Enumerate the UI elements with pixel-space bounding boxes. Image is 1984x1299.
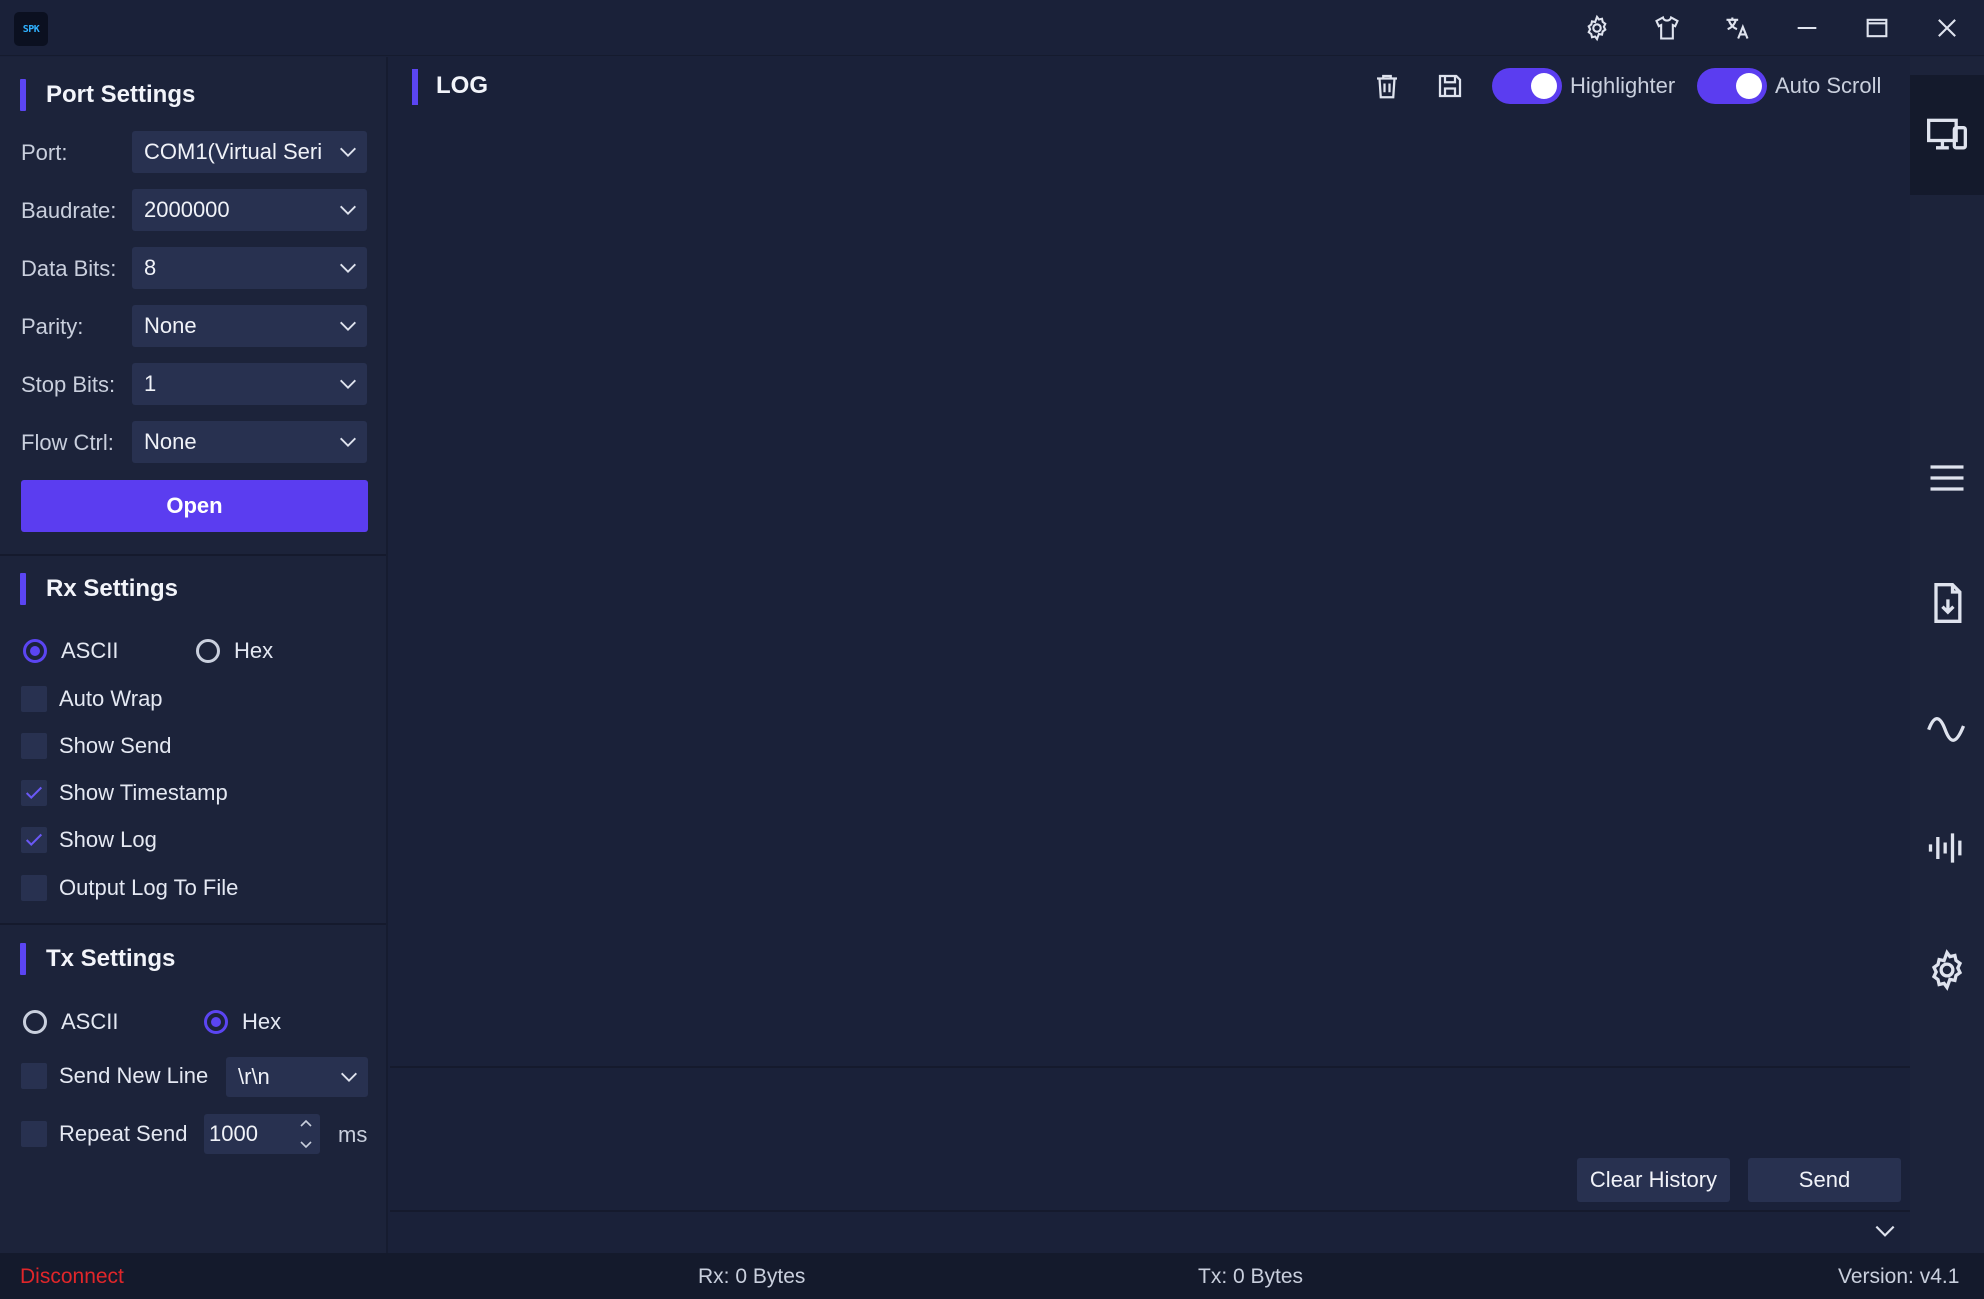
send-new-line-checkbox[interactable]: Send New Line: [21, 1063, 208, 1089]
chevron-down-icon: [337, 315, 359, 337]
port-label: Port:: [21, 140, 68, 165]
stop-bits-select[interactable]: 1: [132, 363, 367, 405]
checkbox-box: [21, 780, 47, 806]
tx-settings-title: Tx Settings: [20, 941, 175, 977]
audio-bars-icon: [1928, 833, 1962, 863]
chevron-down-icon: [337, 373, 359, 395]
title-bar: SPK: [0, 0, 1984, 56]
spin-down-icon[interactable]: [298, 1138, 314, 1152]
checkbox-box: [21, 1121, 47, 1147]
radio-unselected-icon: [23, 1010, 47, 1034]
interval-unit-label: ms: [338, 1122, 368, 1147]
rx-settings-title: Rx Settings: [20, 571, 178, 607]
flow-ctrl-label: Flow Ctrl:: [21, 430, 114, 455]
waveform-tab[interactable]: [1910, 666, 1984, 786]
flow-ctrl-select[interactable]: None: [132, 421, 367, 463]
data-bits-label: Data Bits:: [21, 256, 117, 281]
show-log-checkbox[interactable]: Show Log: [21, 827, 157, 853]
sine-wave-icon: [1927, 717, 1966, 742]
clear-history-button[interactable]: Clear History: [1577, 1158, 1730, 1202]
audio-tab[interactable]: [1910, 788, 1984, 908]
spin-up-icon[interactable]: [298, 1116, 314, 1130]
status-bar: Disconnect Rx: 0 Bytes Tx: 0 Bytes Versi…: [0, 1253, 1984, 1299]
chevron-down-icon: [337, 199, 359, 221]
rx-byte-count: Rx: 0 Bytes: [698, 1265, 806, 1288]
settings-icon: [1931, 949, 1963, 991]
file-download-icon: [1934, 583, 1962, 623]
tx-ascii-radio[interactable]: ASCII: [23, 1009, 118, 1035]
checkbox-box: [21, 827, 47, 853]
port-select[interactable]: COM1(Virtual Serial Port): [132, 131, 367, 173]
toggle-track: [1697, 68, 1767, 104]
show-send-checkbox[interactable]: Show Send: [21, 733, 172, 759]
checkbox-box: [21, 686, 47, 712]
chevron-down-icon: [337, 257, 359, 279]
checkmark-icon: [25, 786, 43, 800]
rx-hex-radio[interactable]: Hex: [196, 638, 273, 664]
section-divider: [0, 554, 386, 556]
translate-icon[interactable]: [1715, 8, 1759, 48]
connection-status: Disconnect: [20, 1265, 124, 1288]
data-bits-select[interactable]: 8: [132, 247, 367, 289]
rx-ascii-radio[interactable]: ASCII: [23, 638, 118, 664]
log-title: LOG: [412, 66, 488, 106]
file-send-tab[interactable]: [1910, 543, 1984, 663]
open-port-button[interactable]: Open: [21, 480, 368, 532]
checkbox-box: [21, 733, 47, 759]
send-button[interactable]: Send: [1748, 1158, 1901, 1202]
repeat-send-checkbox[interactable]: Repeat Send: [21, 1121, 187, 1147]
highlighter-toggle[interactable]: Highlighter: [1492, 68, 1675, 104]
stop-bits-label: Stop Bits:: [21, 372, 116, 397]
tx-hex-radio[interactable]: Hex: [204, 1009, 281, 1035]
chevron-down-icon[interactable]: [1872, 1218, 1898, 1244]
auto-wrap-checkbox[interactable]: Auto Wrap: [21, 686, 163, 712]
version-label: Version: v4.1: [1838, 1265, 1960, 1288]
baudrate-label: Baudrate:: [21, 198, 117, 223]
delete-icon[interactable]: [1367, 66, 1407, 106]
checkbox-box: [21, 1063, 47, 1089]
section-divider: [0, 923, 386, 925]
parity-select[interactable]: None: [132, 305, 367, 347]
radio-selected-icon: [204, 1010, 228, 1034]
save-icon[interactable]: [1430, 66, 1470, 106]
checkbox-box: [21, 875, 47, 901]
commands-tab[interactable]: [1910, 418, 1984, 538]
maximize-icon[interactable]: [1855, 8, 1899, 48]
app-window: SPK Port Settings Port: COM1(Virtual Ser…: [0, 0, 1984, 1299]
chevron-down-icon: [338, 1066, 360, 1088]
settings-icon[interactable]: [1575, 8, 1619, 48]
devices-icon: [1927, 118, 1967, 150]
menu-lines-icon: [1930, 465, 1964, 491]
serial-port-tab[interactable]: [1910, 75, 1984, 195]
auto-scroll-toggle[interactable]: Auto Scroll: [1697, 68, 1881, 104]
radio-unselected-icon: [196, 639, 220, 663]
repeat-interval-input[interactable]: 1000: [204, 1114, 320, 1154]
right-tool-rail: [1910, 57, 1984, 1253]
parity-label: Parity:: [21, 314, 84, 339]
toggle-track: [1492, 68, 1562, 104]
chevron-down-icon: [337, 431, 359, 453]
output-log-to-file-checkbox[interactable]: Output Log To File: [21, 875, 238, 901]
checkmark-icon: [25, 833, 43, 847]
chevron-down-icon: [337, 141, 359, 163]
baudrate-select[interactable]: 2000000: [132, 189, 367, 231]
port-settings-title: Port Settings: [20, 77, 195, 113]
show-timestamp-checkbox[interactable]: Show Timestamp: [21, 780, 228, 806]
tx-byte-count: Tx: 0 Bytes: [1198, 1265, 1304, 1288]
minimize-icon[interactable]: [1785, 8, 1829, 48]
app-logo: SPK: [14, 12, 48, 46]
log-output-area[interactable]: [390, 124, 1910, 1066]
new-line-select[interactable]: \r\n: [226, 1057, 368, 1097]
close-icon[interactable]: [1925, 8, 1969, 48]
theme-shirt-icon[interactable]: [1645, 8, 1689, 48]
radio-selected-icon: [23, 639, 47, 663]
send-area-divider: [390, 1210, 1910, 1212]
rail-settings-tab[interactable]: [1910, 910, 1984, 1030]
